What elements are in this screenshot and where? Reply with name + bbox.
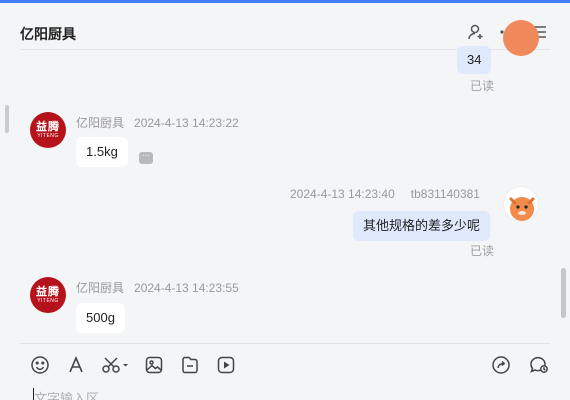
message-bubble[interactable]: 1.5kg <box>76 137 128 167</box>
chat-title: 亿阳厨具 <box>20 26 76 42</box>
message-bubble[interactable]: 500g <box>76 303 125 333</box>
message-time: 2024-4-13 14:23:55 <box>134 281 239 295</box>
message-scrollbar[interactable] <box>561 268 566 318</box>
font-icon[interactable] <box>65 354 87 376</box>
shop-avatar[interactable]: 益腾 YITENG <box>30 112 66 148</box>
emoji-icon[interactable] <box>29 354 51 376</box>
read-status: 已读 <box>470 79 495 93</box>
message-input[interactable]: 文字输入区 <box>34 388 99 400</box>
share-icon[interactable] <box>490 354 512 376</box>
message-bubble[interactable]: 34 <box>457 46 492 74</box>
user-avatar[interactable] <box>503 186 539 222</box>
sender-name: 亿阳厨具 <box>76 281 125 295</box>
input-toolbar <box>29 354 237 376</box>
message-meta: 2024-4-13 14:23:40 tb831140381 <box>290 187 480 201</box>
read-status: 已读 <box>470 244 495 258</box>
sender-name: 亿阳厨具 <box>76 116 125 130</box>
video-icon[interactable] <box>215 354 237 376</box>
message-meta: 亿阳厨具 2024-4-13 14:23:22 <box>76 114 239 131</box>
toolbar-divider <box>20 343 550 344</box>
message-time: 2024-4-13 14:23:22 <box>134 116 239 130</box>
sender-name: tb831140381 <box>410 187 480 201</box>
message-bubble[interactable]: 其他规格的差多少呢 <box>353 211 491 241</box>
left-scrollbar[interactable] <box>5 105 9 133</box>
user-avatar[interactable] <box>503 20 539 56</box>
message-meta: 亿阳厨具 2024-4-13 14:23:55 <box>76 279 239 296</box>
quick-reply-icon[interactable] <box>528 354 550 376</box>
more-options-chip[interactable]: ··· <box>139 152 153 164</box>
shop-avatar[interactable]: 益腾 YITENG <box>30 277 66 313</box>
message-time: 2024-4-13 14:23:40 <box>290 187 395 201</box>
file-icon[interactable] <box>179 354 201 376</box>
add-contact-icon[interactable] <box>466 22 486 42</box>
screenshot-icon[interactable] <box>101 354 129 376</box>
image-icon[interactable] <box>143 354 165 376</box>
toolbar-right <box>490 354 550 376</box>
